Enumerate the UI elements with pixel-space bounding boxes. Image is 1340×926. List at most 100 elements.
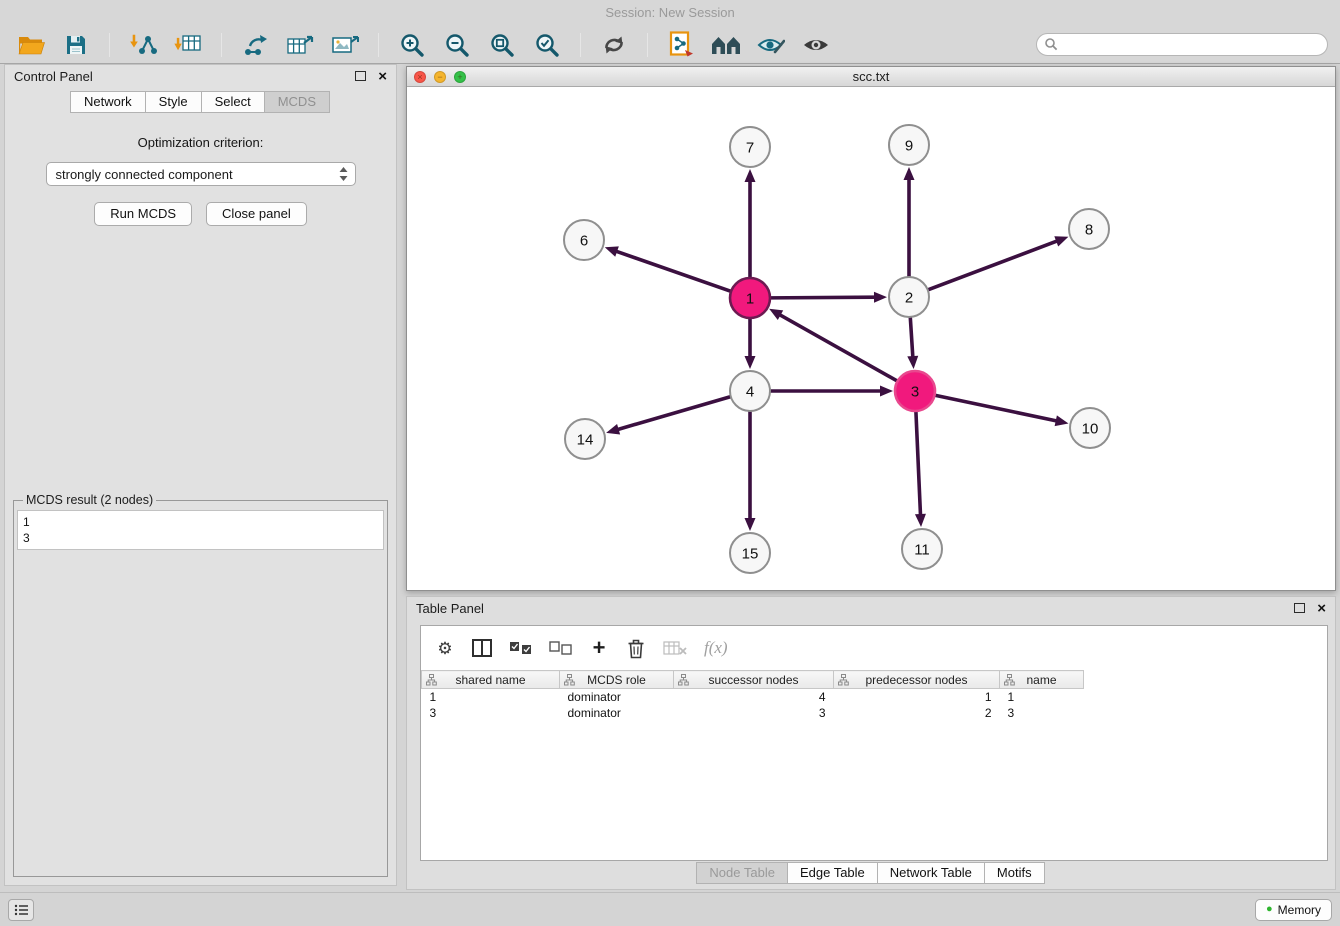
tab-edge-table[interactable]: Edge Table	[787, 862, 878, 884]
table-row[interactable]: 3dominator323	[422, 705, 1084, 721]
zoom-in-icon[interactable]	[393, 30, 431, 60]
network-svg: 7968124314101511	[407, 87, 1335, 590]
arrowhead-icon	[745, 169, 756, 182]
split-view-icon[interactable]	[472, 639, 492, 657]
tab-select[interactable]: Select	[201, 91, 265, 113]
graph-node-label: 8	[1085, 221, 1093, 238]
table-cell[interactable]: 3	[674, 705, 834, 721]
deselect-all-icon[interactable]	[549, 641, 572, 656]
column-header[interactable]: predecessor nodes	[834, 671, 1000, 689]
graph-node-label: 6	[580, 232, 588, 249]
tab-style[interactable]: Style	[145, 91, 202, 113]
close-panel-button[interactable]: Close panel	[206, 202, 307, 226]
float-panel-icon[interactable]	[355, 71, 366, 81]
list-icon	[14, 904, 29, 916]
graph-node-label: 3	[911, 383, 919, 400]
graph-edge-4-14[interactable]	[619, 397, 730, 429]
select-all-icon[interactable]	[509, 641, 532, 656]
graph-edge-3-1[interactable]	[780, 315, 896, 381]
table-cell[interactable]: 1	[834, 689, 1000, 705]
memory-button[interactable]: ● Memory	[1255, 899, 1332, 921]
table-cell[interactable]: dominator	[560, 705, 674, 721]
mcds-tab-content: Optimization criterion: strongly connect…	[5, 113, 396, 885]
tab-mcds[interactable]: MCDS	[264, 91, 330, 113]
save-session-icon[interactable]	[57, 30, 95, 60]
memory-button-label: Memory	[1278, 903, 1321, 917]
table-cell[interactable]: 1	[1000, 689, 1084, 705]
add-icon[interactable]: +	[589, 637, 609, 659]
tab-network-table[interactable]: Network Table	[877, 862, 985, 884]
arrowhead-icon	[880, 386, 893, 397]
open-folder-icon[interactable]	[12, 30, 50, 60]
graph-node-label: 10	[1082, 420, 1099, 437]
table-row[interactable]: 1dominator411	[422, 689, 1084, 705]
mcds-result-text[interactable]: 1 3	[17, 510, 384, 550]
tab-node-table[interactable]: Node Table	[696, 862, 788, 884]
table-cell[interactable]: 1	[422, 689, 560, 705]
export-image-icon[interactable]	[326, 30, 364, 60]
arrowhead-icon	[1055, 415, 1069, 426]
export-table-icon[interactable]	[281, 30, 319, 60]
table-cell[interactable]: 3	[1000, 705, 1084, 721]
zoom-selected-icon[interactable]	[528, 30, 566, 60]
table-cell[interactable]: 4	[674, 689, 834, 705]
graph-node-label: 9	[905, 137, 913, 154]
zoom-out-icon[interactable]	[438, 30, 476, 60]
column-header[interactable]: successor nodes	[674, 671, 834, 689]
arrowhead-icon	[904, 167, 915, 180]
tab-motifs[interactable]: Motifs	[984, 862, 1045, 884]
table-cell[interactable]: dominator	[560, 689, 674, 705]
mcds-buttons-row: Run MCDS Close panel	[13, 202, 388, 226]
criterion-dropdown[interactable]: strongly connected component	[46, 162, 356, 186]
toolbar-separator	[647, 33, 648, 57]
column-header[interactable]: MCDS role	[560, 671, 674, 689]
eye-icon[interactable]	[797, 30, 835, 60]
table-cell[interactable]: 3	[422, 705, 560, 721]
close-window-icon[interactable]: ×	[414, 71, 426, 83]
arrowhead-icon	[606, 424, 620, 435]
table-cell[interactable]: 2	[834, 705, 1000, 721]
document-network-icon[interactable]	[662, 30, 700, 60]
maximize-window-icon[interactable]: +	[454, 71, 466, 83]
criterion-dropdown-value: strongly connected component	[56, 167, 233, 182]
toolbar-separator	[378, 33, 379, 57]
toolbar-separator	[221, 33, 222, 57]
network-window-titlebar[interactable]: scc.txt × − +	[407, 67, 1335, 87]
minimize-window-icon[interactable]: −	[434, 71, 446, 83]
graph-node-label: 11	[914, 541, 930, 558]
table-panel-header: Table Panel ×	[407, 597, 1335, 619]
apply-style-eye-icon[interactable]	[752, 30, 790, 60]
column-header[interactable]: name	[1000, 671, 1084, 689]
column-type-icon	[1004, 674, 1015, 689]
refresh-icon[interactable]	[595, 30, 633, 60]
export-network-icon[interactable]	[236, 30, 274, 60]
control-panel: Control Panel × Network Style Select MCD…	[4, 64, 397, 886]
graph-edge-2-3[interactable]	[910, 318, 912, 356]
control-panel-title: Control Panel	[14, 69, 93, 84]
graph-edge-2-8[interactable]	[929, 241, 1057, 289]
search-field-wrap	[1036, 33, 1328, 56]
toolbar-separator	[580, 33, 581, 57]
graph-edge-3-11[interactable]	[916, 412, 921, 514]
task-history-button[interactable]	[8, 899, 34, 921]
graph-edge-3-10[interactable]	[936, 395, 1056, 420]
run-mcds-button[interactable]: Run MCDS	[94, 202, 192, 226]
column-header[interactable]: shared name	[422, 671, 560, 689]
import-network-icon[interactable]	[124, 30, 162, 60]
close-panel-icon[interactable]: ×	[378, 69, 387, 84]
trash-icon[interactable]	[626, 638, 646, 659]
gear-icon[interactable]: ⚙	[435, 640, 455, 657]
graph-node-label: 2	[905, 289, 913, 306]
search-input[interactable]	[1036, 33, 1328, 56]
tab-network[interactable]: Network	[70, 91, 146, 113]
import-table-icon[interactable]	[169, 30, 207, 60]
float-table-panel-icon[interactable]	[1294, 603, 1305, 613]
toolbar-separator	[109, 33, 110, 57]
close-table-panel-icon[interactable]: ×	[1317, 601, 1326, 616]
status-bar: ● Memory	[0, 892, 1340, 926]
graph-edge-1-6[interactable]	[617, 252, 730, 292]
graph-edge-1-2[interactable]	[771, 297, 874, 298]
homes-icon[interactable]	[707, 30, 745, 60]
zoom-fit-icon[interactable]	[483, 30, 521, 60]
traffic-lights: × − +	[414, 71, 466, 83]
